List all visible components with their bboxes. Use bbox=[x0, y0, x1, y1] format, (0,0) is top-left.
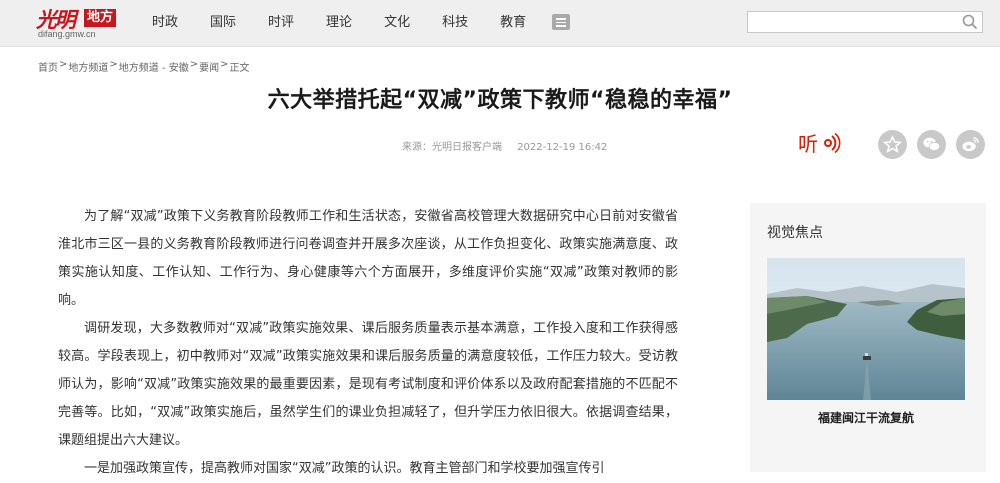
focus-photo-river[interactable] bbox=[767, 258, 965, 400]
main-nav: 时政 国际 时评 理论 文化 科技 教育 bbox=[152, 0, 558, 46]
nav-item-international[interactable]: 国际 bbox=[210, 0, 236, 46]
share-button-wechat[interactable] bbox=[917, 130, 946, 159]
more-menu-icon[interactable] bbox=[552, 14, 570, 30]
breadcrumb-separator: > bbox=[220, 59, 229, 70]
logo-section-badge: 地方 bbox=[84, 9, 117, 27]
breadcrumb-local-channel[interactable]: 地方频道 bbox=[68, 59, 108, 74]
publish-time: 2022-12-19 16:42 bbox=[517, 142, 608, 153]
breadcrumb-separator: > bbox=[189, 59, 199, 70]
search-input[interactable] bbox=[752, 12, 961, 34]
nav-item-commentary[interactable]: 时评 bbox=[268, 0, 294, 46]
nav-item-education[interactable]: 教育 bbox=[500, 0, 526, 46]
weibo-icon bbox=[962, 137, 979, 152]
listen-label: 听 bbox=[798, 132, 818, 156]
wechat-icon bbox=[923, 137, 940, 151]
sound-wave-icon bbox=[824, 132, 841, 154]
article-meta: 来源：光明日报客户端 2022-12-19 16:42 bbox=[402, 138, 611, 153]
breadcrumb-current: 正文 bbox=[229, 63, 250, 74]
nav-item-tech[interactable]: 科技 bbox=[442, 0, 468, 46]
star-icon bbox=[883, 135, 902, 154]
share-button-weibo[interactable] bbox=[956, 130, 985, 159]
breadcrumb: 首页 > 地方频道 > 地方频道 - 安徽 > 要闻 > 正文 bbox=[38, 59, 250, 74]
top-navigation-bar: 光明 地方 difang.gmw.cn 时政 国际 时评 理论 文化 科技 教育 bbox=[0, 0, 1000, 47]
article-source: 光明日报客户端 bbox=[432, 142, 502, 153]
article-title: 六大举措托起“双减”政策下教师“稳稳的幸福” bbox=[267, 88, 733, 113]
visual-focus-sidebar: 视觉焦点 福建闽江干流复航 bbox=[750, 203, 986, 472]
listen-button[interactable]: 听 bbox=[798, 128, 844, 158]
breadcrumb-news[interactable]: 要闻 bbox=[199, 59, 219, 74]
article-body: 为了解“双减”政策下义务教育阶段教师工作和生活状态，安徽省高校管理大数据研究中心… bbox=[58, 203, 678, 483]
focus-photo-caption[interactable]: 福建闽江干流复航 bbox=[767, 409, 965, 426]
breadcrumb-home[interactable]: 首页 bbox=[38, 59, 58, 74]
search-box bbox=[747, 11, 983, 34]
breadcrumb-separator: > bbox=[109, 59, 118, 70]
nav-item-theory[interactable]: 理论 bbox=[326, 0, 352, 46]
source-label: 来源： bbox=[402, 142, 432, 153]
article-paragraph: 一是加强政策宣传，提高教师对国家“双减”政策的认识。教育主管部门和学校要加强宣传… bbox=[84, 461, 605, 476]
nav-item-politics[interactable]: 时政 bbox=[152, 0, 178, 46]
site-logo[interactable]: 光明 地方 difang.gmw.cn bbox=[36, 4, 120, 40]
nav-item-culture[interactable]: 文化 bbox=[384, 0, 410, 46]
article-paragraph: 调研发现，大多数教师对“双减”政策实施效果、课后服务质量表示基本满意，工作投入度… bbox=[58, 321, 678, 448]
share-button-favorite[interactable] bbox=[878, 130, 907, 159]
article-paragraph: 为了解“双减”政策下义务教育阶段教师工作和生活状态，安徽省高校管理大数据研究中心… bbox=[58, 209, 678, 308]
breadcrumb-local-anhui[interactable]: 地方频道 - 安徽 bbox=[119, 59, 189, 74]
logo-domain: difang.gmw.cn bbox=[38, 29, 96, 39]
breadcrumb-separator: > bbox=[59, 59, 68, 70]
sidebar-title: 视觉焦点 bbox=[767, 225, 823, 241]
search-icon[interactable] bbox=[962, 14, 978, 30]
